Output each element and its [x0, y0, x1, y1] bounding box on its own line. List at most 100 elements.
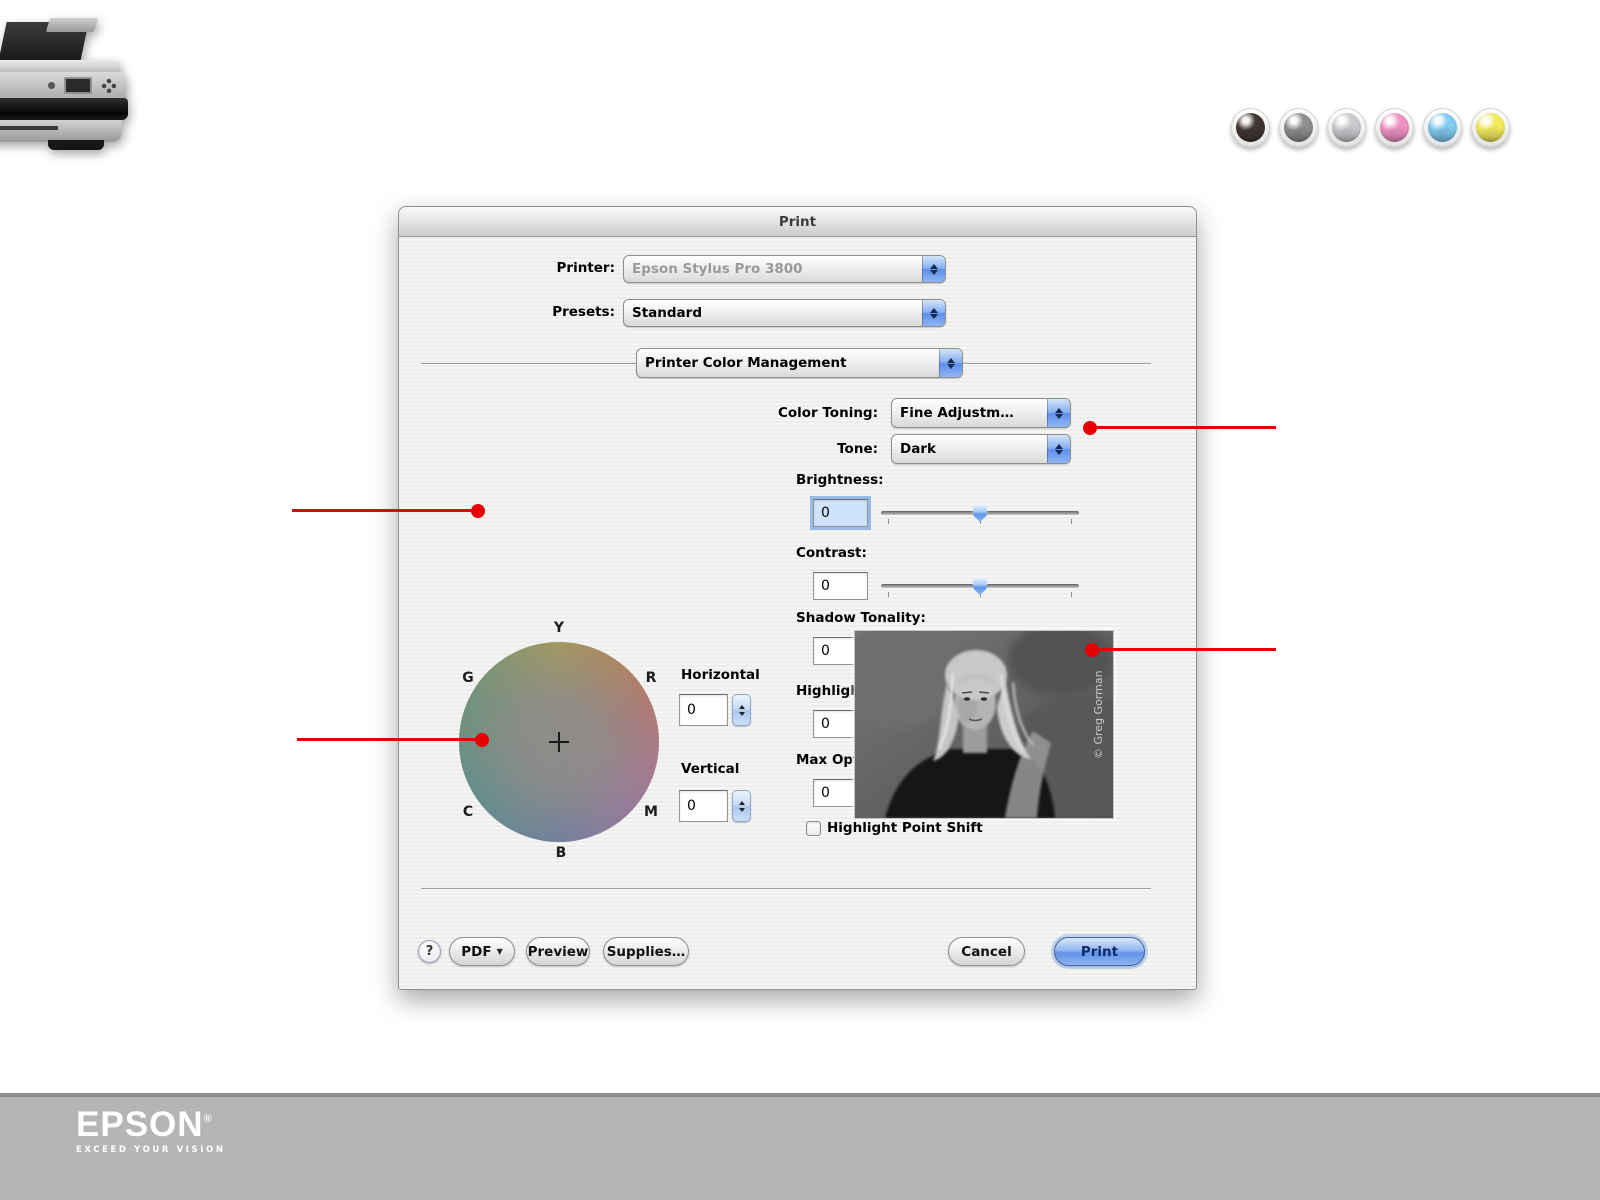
pdf-button[interactable]: PDF ▼ [449, 937, 515, 966]
contrast-row: Contrast: [796, 545, 1096, 615]
tick-mark [888, 519, 889, 524]
ink-ball-icon [1284, 113, 1313, 142]
tone-popup[interactable]: Dark [891, 434, 1071, 464]
printer-black-band [0, 98, 128, 120]
printer-paper-support [45, 18, 99, 32]
vertical-input[interactable] [679, 790, 728, 822]
brightness-input[interactable] [813, 499, 868, 527]
printer-lid [0, 60, 120, 72]
color-toning-label: Color Toning: [777, 405, 878, 421]
color-toning-popup[interactable]: Fine Adjustm… [891, 398, 1071, 428]
presets-popup[interactable]: Standard [623, 299, 946, 327]
stepper-up-icon[interactable] [738, 800, 745, 805]
vertical-label: Vertical [681, 761, 740, 777]
help-button[interactable]: ? [418, 940, 441, 963]
ink-dot-light-gray [1327, 108, 1366, 147]
callout-dot-wheel [475, 733, 489, 747]
ink-cartridge-dots [1231, 108, 1510, 147]
horizontal-stepper[interactable] [732, 694, 751, 726]
popup-arrows-icon [922, 256, 945, 282]
vertical-stepper[interactable] [732, 790, 751, 822]
brightness-label: Brightness: [796, 472, 884, 488]
brand-tagline: EXCEED YOUR VISION [76, 1145, 226, 1155]
photo-credit: © Greg Gorman [1092, 670, 1105, 759]
pane-selector-popup[interactable]: Printer Color Management [636, 348, 963, 378]
preview-button-label: Preview [527, 943, 589, 960]
stepper-down-icon[interactable] [738, 711, 745, 716]
window-titlebar[interactable]: Print [399, 207, 1196, 237]
wheel-label-g: G [462, 670, 474, 686]
tick-mark [1071, 592, 1072, 597]
highlight-point-shift-label: Highlight Point Shift [827, 820, 983, 836]
footer-divider [421, 888, 1151, 889]
ink-dot-yellow [1471, 108, 1510, 147]
stepper-down-icon[interactable] [738, 807, 745, 812]
tick-mark [888, 592, 889, 597]
tone-label: Tone: [837, 441, 878, 457]
cancel-button[interactable]: Cancel [948, 937, 1025, 966]
highlight-point-shift-row: Highlight Point Shift [806, 820, 983, 836]
wheel-label-r: R [645, 670, 657, 686]
printer-base [0, 120, 122, 142]
supplies-button-label: Supplies… [606, 943, 686, 960]
ink-dot-cyan [1423, 108, 1462, 147]
printer-product-image [0, 6, 138, 151]
ink-dot-gray [1279, 108, 1318, 147]
supplies-button[interactable]: Supplies… [603, 937, 689, 966]
stepper-up-icon[interactable] [738, 704, 745, 709]
page-canvas: Print Printer: Epson Stylus Pro 3800 Pre… [0, 0, 1600, 1200]
brightness-slider-thumb[interactable] [972, 504, 988, 522]
printer-nav-buttons [102, 79, 116, 93]
ink-dot-magenta [1375, 108, 1414, 147]
popup-arrows-icon [922, 300, 945, 326]
contrast-label: Contrast: [796, 545, 867, 561]
window-title: Print [778, 213, 817, 230]
popup-arrows-icon [1047, 399, 1070, 427]
presets-label: Presets: [552, 304, 615, 320]
print-dialog: Print Printer: Epson Stylus Pro 3800 Pre… [398, 206, 1197, 990]
callout-line-wheel [297, 738, 482, 741]
printer-output-slot [0, 126, 58, 130]
preview-image: © Greg Gorman [833, 623, 1150, 819]
printer-control-panel [0, 72, 126, 98]
popup-arrows-icon [1047, 435, 1070, 463]
contrast-input[interactable] [813, 572, 868, 600]
callout-line-color-toning [1090, 426, 1276, 429]
callout-line-shadow-tonality [1092, 648, 1276, 651]
print-button[interactable]: Print [1054, 937, 1145, 966]
ink-ball-icon [1428, 113, 1457, 142]
tick-mark [1071, 519, 1072, 524]
shadow-tonality-label: Shadow Tonality: [796, 610, 926, 626]
ink-ball-icon [1236, 113, 1265, 142]
ink-dot-matte-black [1231, 108, 1270, 147]
preview-button[interactable]: Preview [526, 937, 590, 966]
printer-popup[interactable]: Epson Stylus Pro 3800 [623, 255, 946, 283]
brand-name: EPSON [76, 1105, 204, 1144]
print-button-label: Print [1080, 943, 1119, 960]
presets-popup-value: Standard [632, 305, 702, 321]
page-footer: EPSON® EXCEED YOUR VISION [0, 1093, 1600, 1200]
epson-logo: EPSON® EXCEED YOUR VISION [76, 1107, 226, 1155]
wheel-label-m: M [644, 804, 658, 820]
printer-popup-value: Epson Stylus Pro 3800 [632, 261, 803, 277]
wheel-label-c: C [462, 804, 474, 820]
printer-foot [48, 140, 104, 150]
printer-power-button [48, 82, 55, 89]
popup-arrows-icon [939, 349, 962, 377]
callout-line-preview [292, 509, 478, 512]
pdf-button-label: PDF [461, 943, 492, 960]
pane-selector-value: Printer Color Management [645, 355, 847, 371]
brightness-row: Brightness: [796, 472, 1096, 542]
registered-mark: ® [203, 1113, 213, 1125]
highlight-point-shift-checkbox[interactable] [806, 820, 821, 836]
wheel-label-b: B [555, 845, 567, 861]
printer-lcd-screen [64, 77, 92, 94]
ink-ball-icon [1476, 113, 1505, 142]
callout-dot-preview [471, 504, 485, 518]
crosshair-icon[interactable] [549, 732, 569, 752]
contrast-slider-thumb[interactable] [972, 577, 988, 595]
horizontal-input[interactable] [679, 694, 728, 726]
menu-arrow-icon: ▼ [496, 947, 503, 956]
cancel-button-label: Cancel [961, 943, 1012, 960]
printer-label: Printer: [556, 260, 615, 276]
